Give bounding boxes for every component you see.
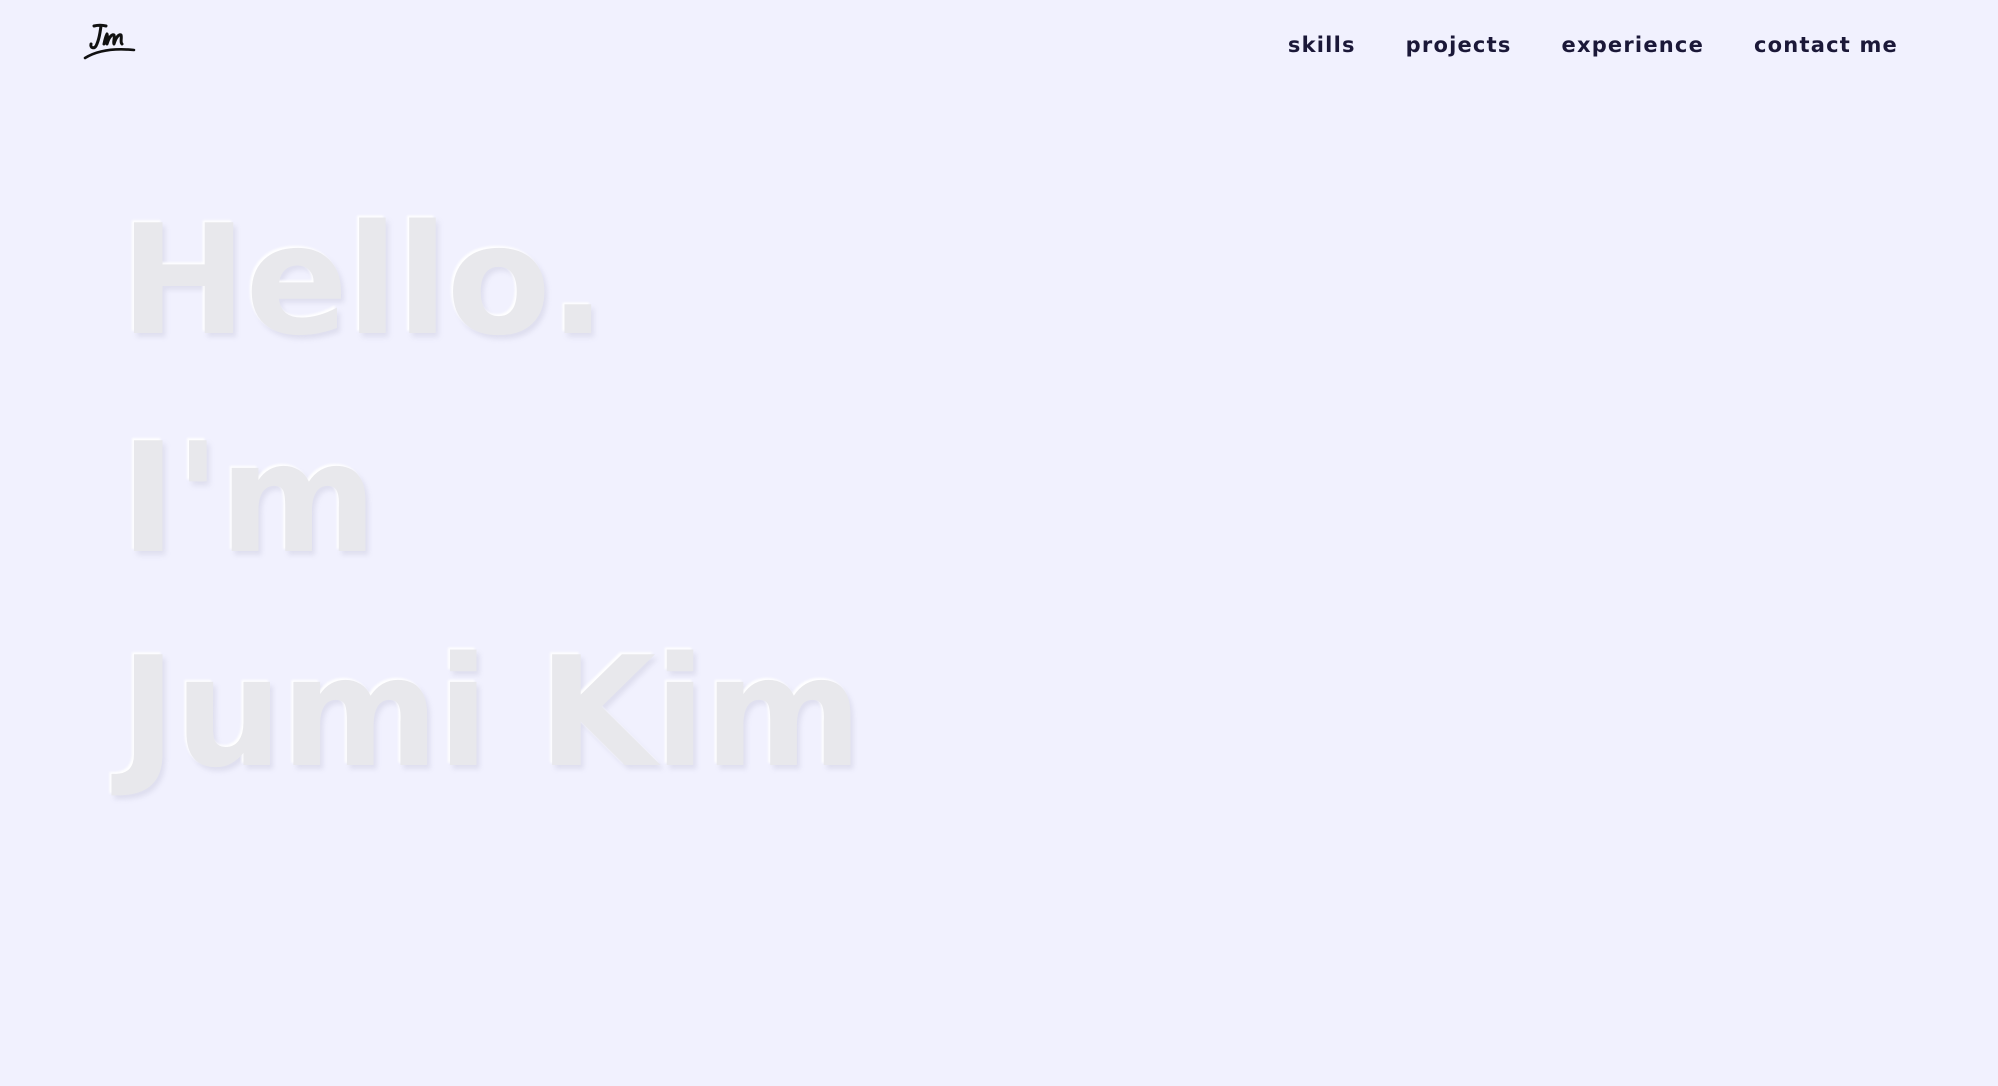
- logo-signature-icon: [83, 23, 136, 60]
- hero-greeting: Hello.: [120, 192, 607, 369]
- nav-experience-link[interactable]: experience: [1562, 30, 1705, 60]
- nav-skills-link[interactable]: skills: [1288, 30, 1356, 60]
- hero-name: Jumi Kim: [120, 624, 862, 801]
- site-header: skills projects experience contact me: [0, 0, 1998, 90]
- nav-contact-link[interactable]: contact me: [1754, 30, 1898, 60]
- nav-projects-link[interactable]: projects: [1406, 30, 1512, 60]
- logo-link[interactable]: [82, 20, 136, 62]
- main-nav: skills projects experience contact me: [1288, 30, 1898, 60]
- hero-intro: I'm: [120, 410, 377, 587]
